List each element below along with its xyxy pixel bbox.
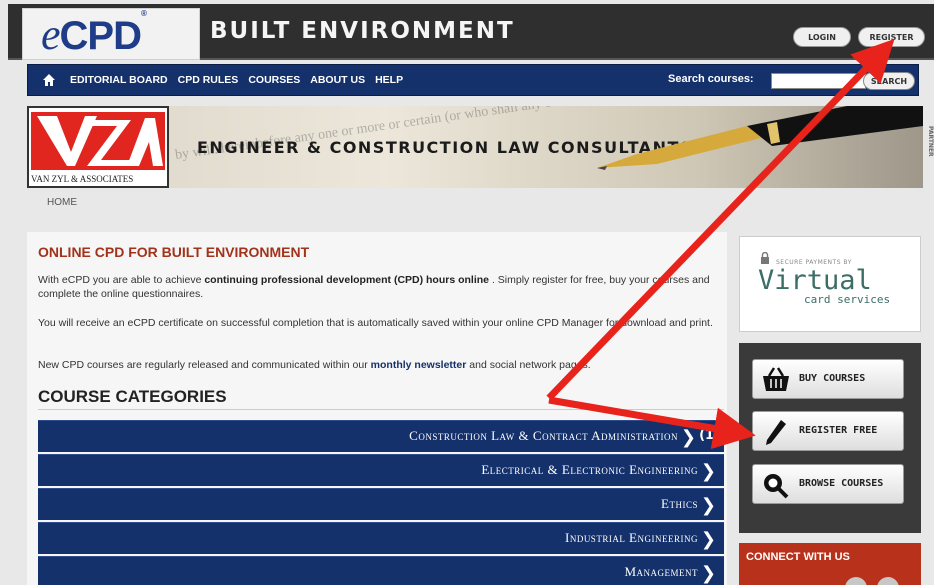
vza-logo: VAN ZYL & ASSOCIATES xyxy=(27,106,169,188)
buy-courses-label: BUY COURSES xyxy=(799,373,866,384)
chevron-right-icon: ❯ xyxy=(700,563,716,584)
search-icon xyxy=(764,474,789,499)
action-panel: BUY COURSES REGISTER FREE BROWSE COURSES xyxy=(739,343,921,533)
category-construction-law[interactable]: Construction Law & Contract Administrati… xyxy=(38,420,724,452)
chevron-right-icon: ❯ xyxy=(700,495,716,516)
intro-text-a: With eCPD you are able to achieve xyxy=(38,274,205,286)
category-label: Ethics xyxy=(661,496,698,511)
register-button[interactable]: REGISTER xyxy=(858,27,925,47)
logo-cpd: CPD xyxy=(59,14,142,58)
category-label: Electrical & Electronic Engineering xyxy=(481,462,698,477)
categories-divider xyxy=(38,409,724,410)
register-free-button[interactable]: REGISTER FREE xyxy=(752,411,904,451)
browse-courses-button[interactable]: BROWSE COURSES xyxy=(752,464,904,504)
chevron-right-icon: ❯ xyxy=(700,461,716,482)
category-industrial[interactable]: Industrial Engineering ❯ xyxy=(38,522,724,554)
page-title: ONLINE CPD FOR BUILT ENVIRONMENT xyxy=(38,244,310,260)
chevron-right-icon: ❯ xyxy=(680,427,696,448)
basket-icon xyxy=(763,367,789,391)
nav-items: EDITORIAL BOARD CPD RULES COURSES ABOUT … xyxy=(70,74,403,86)
connect-with-us: CONNECT WITH US xyxy=(739,543,921,585)
partner-banner[interactable]: by will. hereinbefore any one or more or… xyxy=(27,106,923,188)
breadcrumb-home[interactable]: HOME xyxy=(47,197,77,208)
category-management[interactable]: Management ❯ xyxy=(38,556,724,585)
newsletter-link[interactable]: monthly newsletter xyxy=(371,359,467,371)
category-electrical[interactable]: Electrical & Electronic Engineering ❯ xyxy=(38,454,724,486)
browse-courses-label: BROWSE COURSES xyxy=(799,478,884,489)
vza-logo-red xyxy=(31,112,165,170)
category-ethics[interactable]: Ethics ❯ xyxy=(38,488,724,520)
categories-heading: COURSE CATEGORIES xyxy=(38,387,227,406)
pen-icon xyxy=(766,420,786,445)
pen-image xyxy=(597,106,923,170)
virtual-text: Virtual xyxy=(758,265,872,296)
card-services-text: card services xyxy=(804,293,891,306)
nav-editorial-board[interactable]: EDITORIAL BOARD xyxy=(70,74,168,86)
home-icon[interactable] xyxy=(42,73,56,87)
newsletter-paragraph: New CPD courses are regularly released a… xyxy=(38,358,718,372)
logo-text: eCPD® xyxy=(41,9,147,60)
chevron-right-icon: ❯ xyxy=(700,529,716,550)
ecpd-logo[interactable]: eCPD® xyxy=(22,8,200,60)
category-label: Construction Law & Contract Administrati… xyxy=(409,428,678,443)
nav-help[interactable]: HELP xyxy=(375,74,403,86)
nav-about-us[interactable]: ABOUT US xyxy=(310,74,365,86)
virtual-card-services-logo[interactable]: SECURE PAYMENTS BY Virtual card services xyxy=(739,236,921,332)
nav-courses[interactable]: COURSES xyxy=(248,74,300,86)
category-label: Management xyxy=(624,564,698,579)
nav-cpd-rules[interactable]: CPD RULES xyxy=(178,74,239,86)
category-count: (1) xyxy=(699,428,720,443)
social-icon[interactable] xyxy=(877,577,899,585)
newsletter-text-c: and social network pages. xyxy=(466,359,591,371)
certificate-paragraph: You will receive an eCPD certificate on … xyxy=(38,317,713,329)
search-input[interactable] xyxy=(771,73,866,89)
intro-paragraph: With eCPD you are able to achieve contin… xyxy=(38,273,718,301)
main-nav: EDITORIAL BOARD CPD RULES COURSES ABOUT … xyxy=(27,64,919,96)
partner-tag: PARTNER xyxy=(927,126,934,157)
newsletter-text-a: New CPD courses are regularly released a… xyxy=(38,359,371,371)
register-free-label: REGISTER FREE xyxy=(799,425,878,436)
search-label: Search courses: xyxy=(668,73,754,85)
connect-label: CONNECT WITH US xyxy=(746,551,850,563)
login-button[interactable]: LOGIN xyxy=(793,27,851,47)
vza-logo-mark xyxy=(37,116,163,166)
lock-icon xyxy=(761,252,769,264)
vza-caption: VAN ZYL & ASSOCIATES xyxy=(31,174,134,184)
logo-e: e xyxy=(41,10,61,59)
category-label: Industrial Engineering xyxy=(564,530,698,545)
buy-courses-button[interactable]: BUY COURSES xyxy=(752,359,904,399)
social-icon[interactable] xyxy=(845,577,867,585)
search-button[interactable]: SEARCH xyxy=(863,72,915,90)
site-title: BUILT ENVIRONMENT xyxy=(210,18,515,44)
intro-text-bold: continuing professional development (CPD… xyxy=(204,274,490,286)
logo-registered: ® xyxy=(140,9,147,18)
main-content: ONLINE CPD FOR BUILT ENVIRONMENT With eC… xyxy=(27,232,727,585)
